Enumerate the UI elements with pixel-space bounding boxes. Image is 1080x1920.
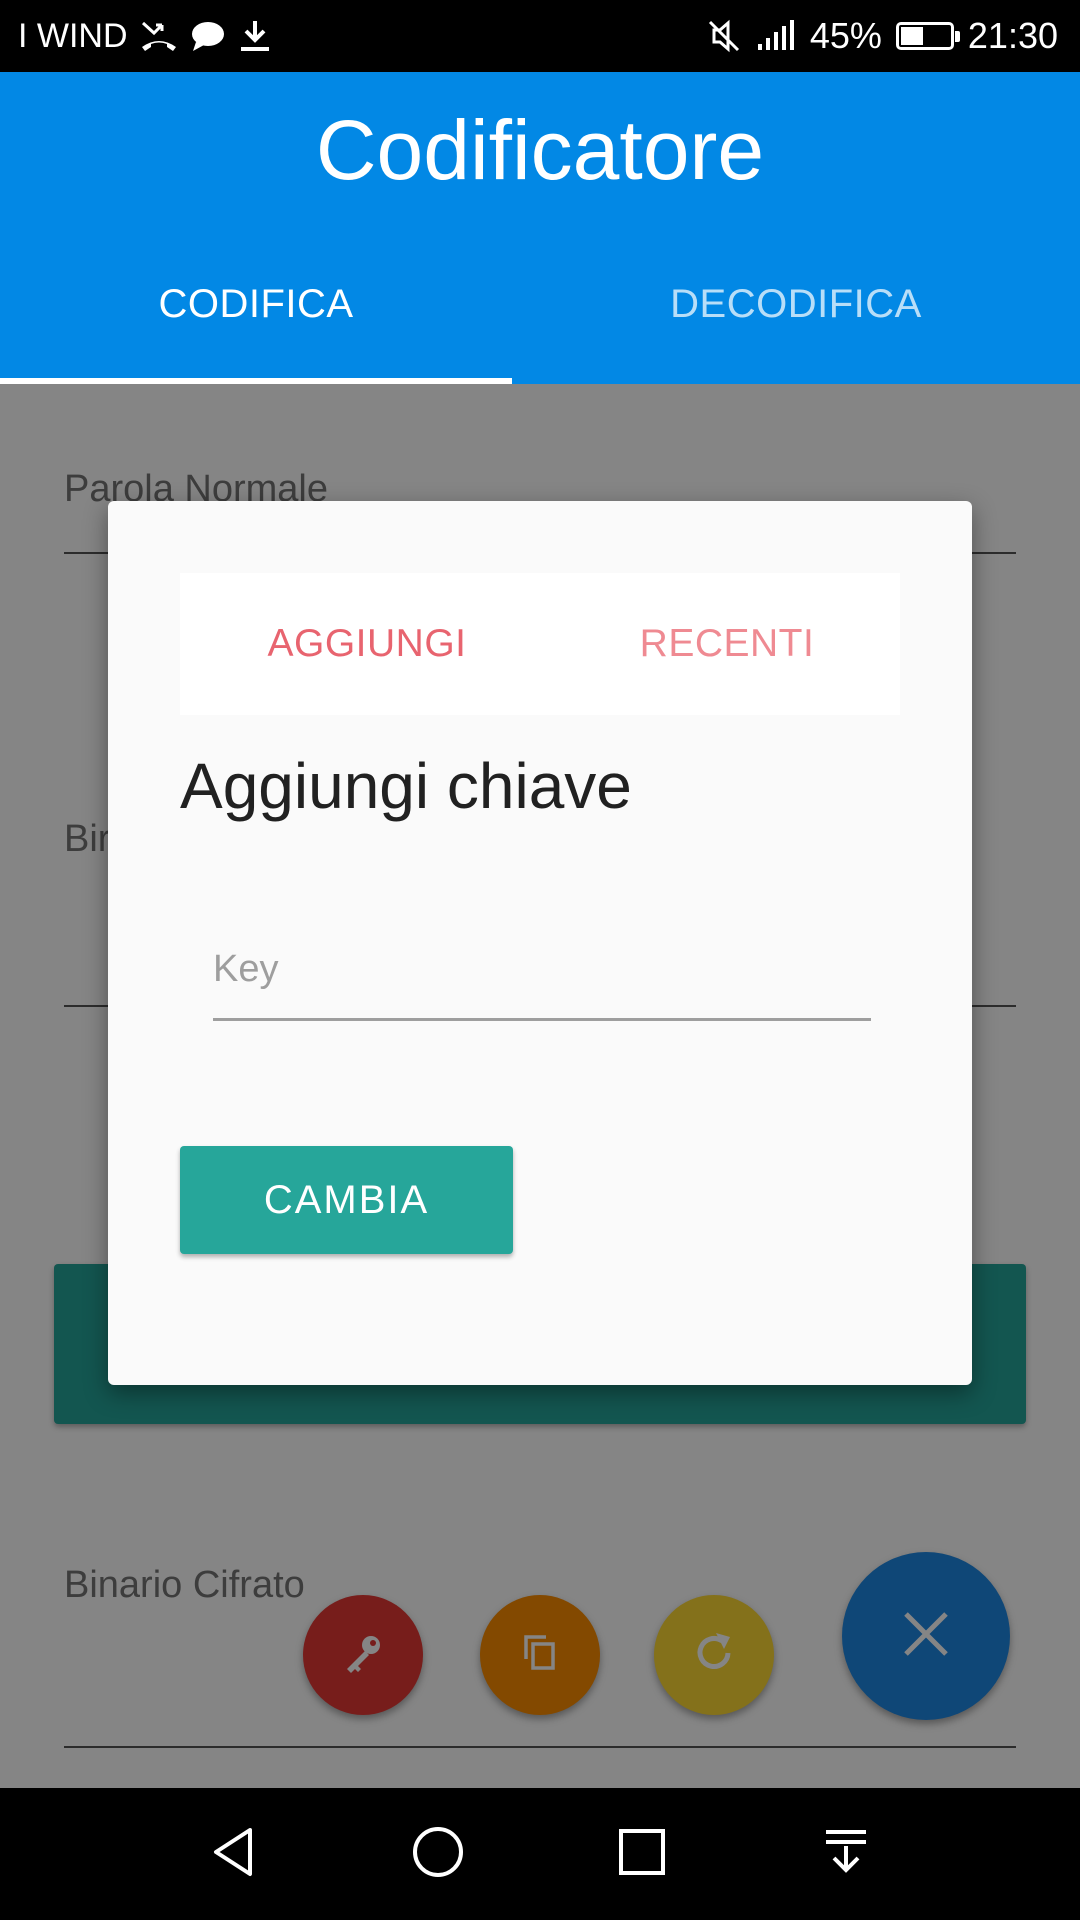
recents-icon — [616, 1826, 668, 1883]
tab-decodifica[interactable]: DECODIFICA — [526, 282, 1066, 327]
download-icon — [238, 19, 272, 53]
dialog-tab-aggiungi[interactable]: AGGIUNGI — [187, 573, 547, 715]
back-icon — [206, 1824, 262, 1885]
notification-pull-icon — [820, 1826, 872, 1883]
dialog-heading: Aggiungi chiave — [180, 750, 632, 822]
key-input[interactable] — [213, 921, 871, 1021]
app-bar: Codificatore CODIFICA DECODIFICA — [0, 72, 1080, 384]
back-button[interactable] — [198, 1818, 270, 1890]
add-key-dialog: AGGIUNGI RECENTI Aggiungi chiave CAMBIA — [108, 501, 972, 1385]
status-bar: I WIND 45% 21:30 — [0, 0, 1080, 72]
home-button[interactable] — [402, 1818, 474, 1890]
app-title: Codificatore — [315, 103, 765, 197]
dialog-tab-bar: AGGIUNGI RECENTI — [180, 573, 900, 715]
battery-percent: 45% — [809, 15, 882, 56]
signal-icon — [756, 20, 796, 52]
tab-codifica[interactable]: CODIFICA — [0, 282, 526, 327]
carrier-name: I WIND — [18, 16, 128, 55]
home-icon — [410, 1824, 466, 1885]
recents-button[interactable] — [606, 1818, 678, 1890]
chat-bubble-icon — [190, 20, 226, 52]
mute-icon — [706, 18, 742, 54]
notification-pull-button[interactable] — [810, 1818, 882, 1890]
cambia-button[interactable]: CAMBIA — [180, 1146, 513, 1254]
navigation-bar — [0, 1788, 1080, 1920]
dialog-tab-recenti[interactable]: RECENTI — [547, 573, 907, 715]
clock: 21:30 — [967, 15, 1058, 56]
battery-icon — [895, 22, 960, 50]
missed-call-icon — [140, 19, 178, 53]
